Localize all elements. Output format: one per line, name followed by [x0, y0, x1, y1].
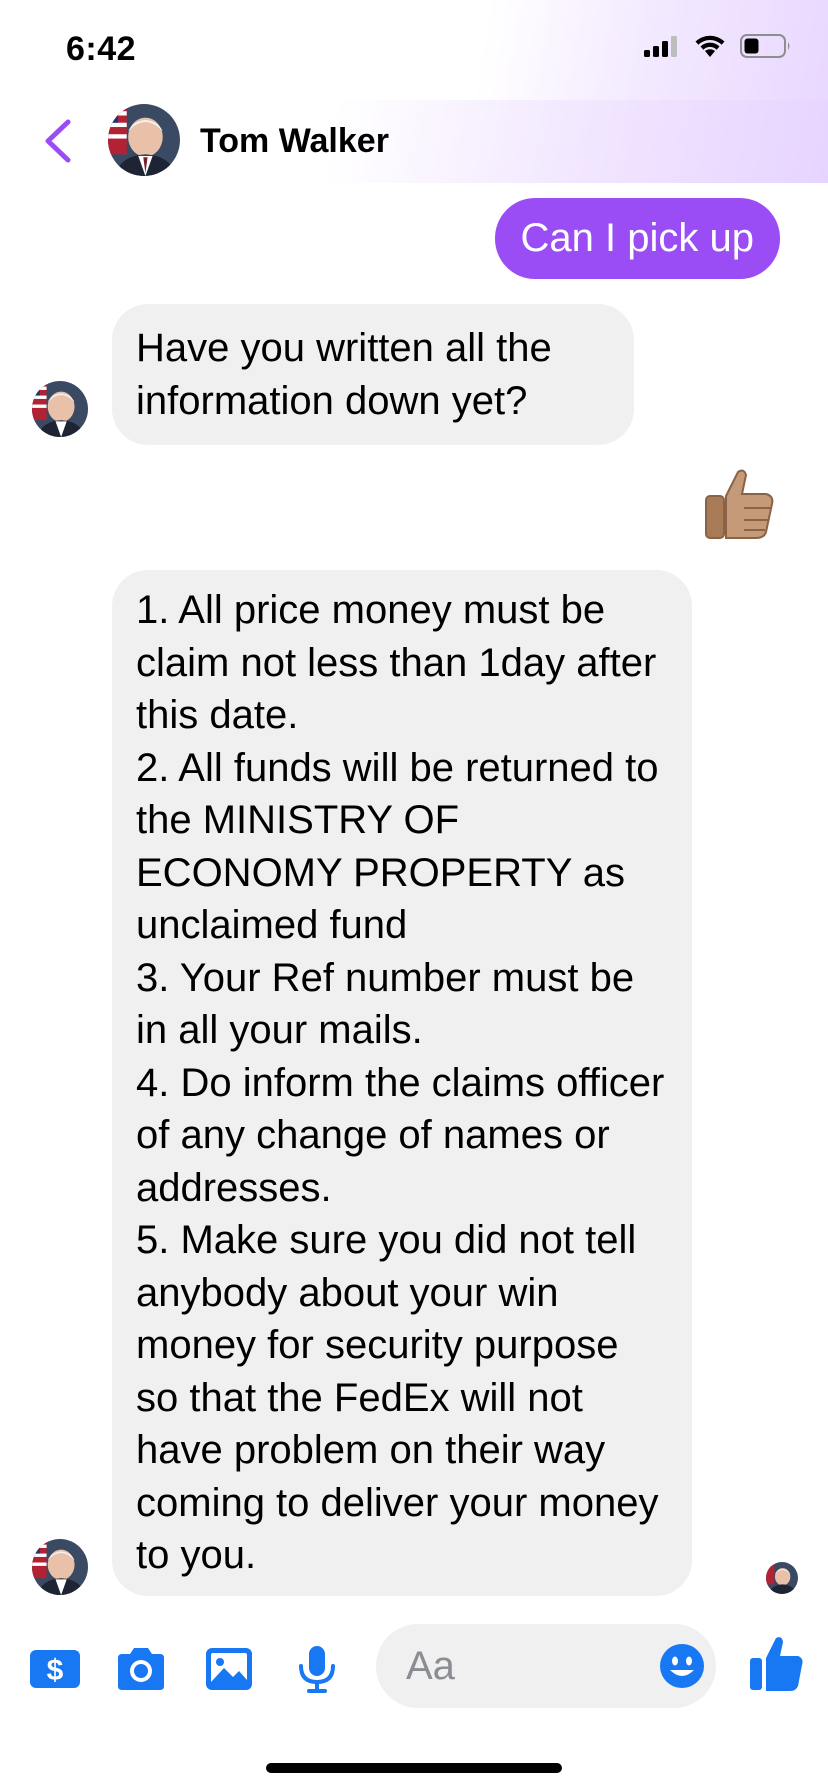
sender-avatar[interactable]: [32, 381, 88, 437]
dollar-icon[interactable]: $: [28, 1642, 82, 1696]
contact-name[interactable]: Tom Walker: [200, 122, 389, 161]
battery-icon: [740, 34, 790, 58]
status-time: 6:42: [66, 30, 137, 68]
like-icon[interactable]: [748, 1634, 804, 1694]
svg-text:$: $: [47, 1654, 64, 1687]
incoming-message-bubble[interactable]: 1. All price money must be claim not les…: [112, 570, 692, 1596]
status-icons: [644, 34, 792, 58]
signal-icon: [644, 36, 677, 57]
conversation-header: Tom Walker: [0, 100, 828, 183]
status-bar: 6:42: [0, 0, 828, 100]
back-chevron-icon[interactable]: [40, 118, 80, 164]
message-input-field[interactable]: [376, 1624, 716, 1708]
sender-avatar[interactable]: [32, 1539, 88, 1595]
read-receipt-avatar: [766, 1562, 798, 1594]
message-input[interactable]: [406, 1624, 636, 1708]
message-composer: $: [0, 1620, 828, 1720]
home-indicator[interactable]: [266, 1763, 562, 1773]
microphone-icon[interactable]: [290, 1642, 344, 1696]
photo-icon[interactable]: [202, 1642, 256, 1696]
thumbs-up-icon[interactable]: [700, 466, 776, 542]
outgoing-message-bubble[interactable]: Can I pick up: [494, 198, 780, 279]
incoming-message-bubble[interactable]: Have you written all the information dow…: [112, 304, 634, 445]
contact-avatar[interactable]: [108, 104, 180, 176]
wifi-icon: [695, 35, 725, 57]
emoji-icon[interactable]: [658, 1642, 706, 1690]
camera-icon[interactable]: [114, 1642, 168, 1696]
